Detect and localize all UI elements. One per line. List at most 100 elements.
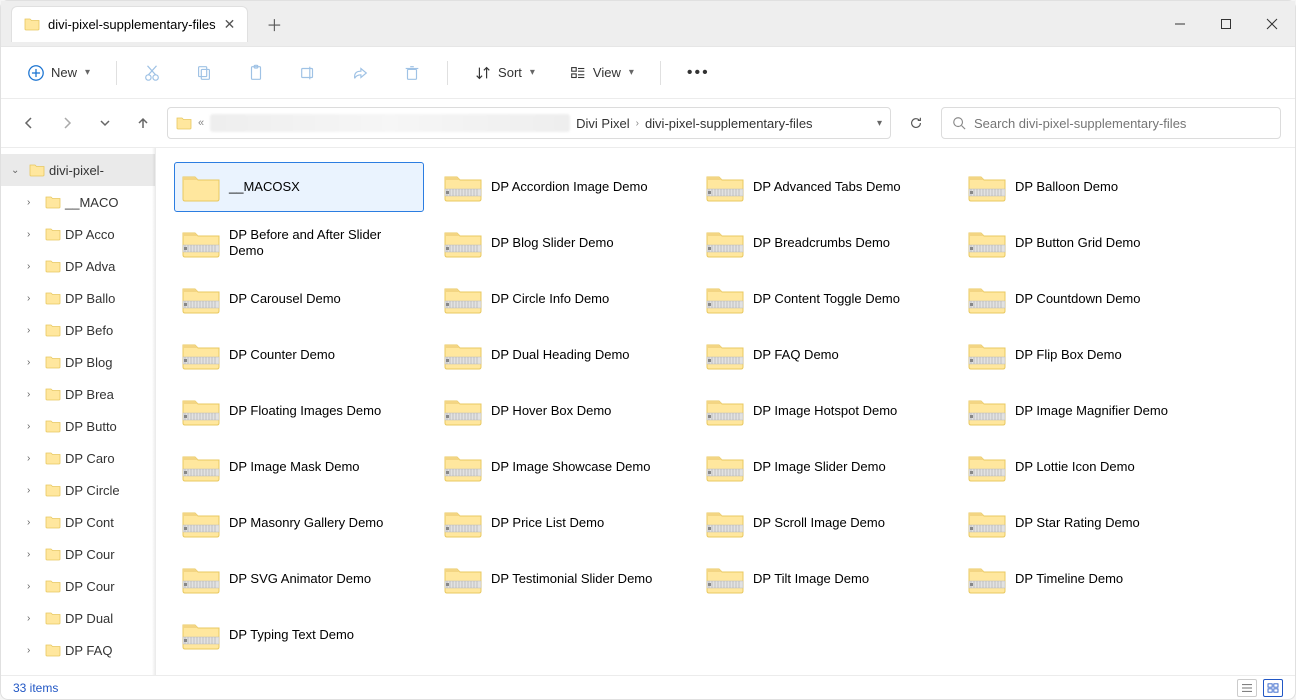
zip-item[interactable]: DP Masonry Gallery Demo: [174, 498, 424, 548]
zip-item[interactable]: DP Lottie Icon Demo: [960, 442, 1210, 492]
file-list[interactable]: __MACOSX DP Accordion Image Demo DP Adva…: [156, 148, 1295, 675]
search-box[interactable]: [941, 107, 1281, 139]
tree-item[interactable]: › DP Adva: [1, 250, 155, 282]
recent-button[interactable]: [91, 109, 119, 137]
breadcrumb-current[interactable]: divi-pixel-supplementary-files: [645, 116, 813, 131]
close-window-button[interactable]: [1249, 1, 1295, 47]
share-button[interactable]: [343, 58, 377, 88]
zip-item[interactable]: DP Advanced Tabs Demo: [698, 162, 948, 212]
large-icons-view-toggle[interactable]: [1263, 679, 1283, 697]
plus-circle-icon: [27, 64, 45, 82]
zip-item[interactable]: DP Image Magnifier Demo: [960, 386, 1210, 436]
tree-item[interactable]: › DP Cour: [1, 570, 155, 602]
chevron-right-icon[interactable]: ›: [27, 197, 41, 208]
rename-button[interactable]: [291, 58, 325, 88]
refresh-button[interactable]: [901, 108, 931, 138]
chevron-right-icon[interactable]: ›: [27, 389, 41, 400]
new-tab-button[interactable]: ＋: [260, 10, 288, 38]
tree-item[interactable]: › DP Brea: [1, 378, 155, 410]
address-bar[interactable]: « Divi Pixel › divi-pixel-supplementary-…: [167, 107, 891, 139]
tree-root[interactable]: ⌄ divi-pixel-: [1, 154, 155, 186]
folder-item[interactable]: __MACOSX: [174, 162, 424, 212]
cut-button[interactable]: [135, 58, 169, 88]
view-button[interactable]: View ▾: [561, 58, 642, 88]
folder-icon: [45, 514, 61, 530]
zip-item[interactable]: DP Typing Text Demo: [174, 610, 424, 660]
zip-item[interactable]: DP Hover Box Demo: [436, 386, 686, 436]
zip-item[interactable]: DP Testimonial Slider Demo: [436, 554, 686, 604]
zip-item[interactable]: DP Star Rating Demo: [960, 498, 1210, 548]
zip-item[interactable]: DP Image Slider Demo: [698, 442, 948, 492]
chevron-right-icon[interactable]: ›: [27, 581, 41, 592]
delete-button[interactable]: [395, 58, 429, 88]
zip-item[interactable]: DP Scroll Image Demo: [698, 498, 948, 548]
zip-item[interactable]: DP Flip Box Demo: [960, 330, 1210, 380]
zip-item[interactable]: DP Blog Slider Demo: [436, 218, 686, 268]
maximize-button[interactable]: [1203, 1, 1249, 47]
zip-item[interactable]: DP Carousel Demo: [174, 274, 424, 324]
tree-item[interactable]: › DP Cour: [1, 538, 155, 570]
tree-item[interactable]: › DP Circle: [1, 474, 155, 506]
zip-item[interactable]: DP Dual Heading Demo: [436, 330, 686, 380]
zip-item[interactable]: DP Accordion Image Demo: [436, 162, 686, 212]
zip-item[interactable]: DP Button Grid Demo: [960, 218, 1210, 268]
tree-item[interactable]: › DP Acco: [1, 218, 155, 250]
chevron-right-icon[interactable]: ›: [27, 325, 41, 336]
sort-button[interactable]: Sort ▾: [466, 58, 543, 88]
chevron-right-icon[interactable]: ›: [27, 229, 41, 240]
zip-item[interactable]: DP Balloon Demo: [960, 162, 1210, 212]
zip-item[interactable]: DP Circle Info Demo: [436, 274, 686, 324]
zip-item[interactable]: DP Tilt Image Demo: [698, 554, 948, 604]
chevron-right-icon[interactable]: ›: [27, 357, 41, 368]
forward-button[interactable]: [53, 109, 81, 137]
chevron-right-icon[interactable]: ›: [27, 549, 41, 560]
breadcrumb-parent[interactable]: Divi Pixel: [576, 116, 629, 131]
search-input[interactable]: [974, 116, 1270, 131]
zip-item[interactable]: DP Image Showcase Demo: [436, 442, 686, 492]
zip-item[interactable]: DP Counter Demo: [174, 330, 424, 380]
tree-item[interactable]: › DP FAQ: [1, 634, 155, 666]
zip-item[interactable]: DP Before and After Slider Demo: [174, 218, 424, 268]
details-view-toggle[interactable]: [1237, 679, 1257, 697]
chevron-right-icon[interactable]: ›: [27, 485, 41, 496]
tree-item[interactable]: › DP Dual: [1, 602, 155, 634]
zip-item[interactable]: DP Image Mask Demo: [174, 442, 424, 492]
tree-item[interactable]: › DP Blog: [1, 346, 155, 378]
chevron-right-icon[interactable]: ›: [27, 293, 41, 304]
tab-close-button[interactable]: ✕: [224, 17, 236, 31]
chevron-right-icon[interactable]: ›: [27, 517, 41, 528]
chevron-right-icon[interactable]: ›: [27, 261, 41, 272]
tree-item[interactable]: › DP Befo: [1, 314, 155, 346]
window-tab[interactable]: divi-pixel-supplementary-files ✕: [11, 6, 248, 42]
zip-item[interactable]: DP FAQ Demo: [698, 330, 948, 380]
zip-item[interactable]: DP Breadcrumbs Demo: [698, 218, 948, 268]
tree-item[interactable]: › __MACO: [1, 186, 155, 218]
tree-item[interactable]: › DP Butto: [1, 410, 155, 442]
zip-item[interactable]: DP Timeline Demo: [960, 554, 1210, 604]
chevron-down-icon[interactable]: ⌄: [11, 165, 25, 176]
chevron-right-icon[interactable]: ›: [27, 613, 41, 624]
zip-item[interactable]: DP Countdown Demo: [960, 274, 1210, 324]
zip-icon: [181, 507, 221, 539]
back-button[interactable]: [15, 109, 43, 137]
copy-button[interactable]: [187, 58, 221, 88]
minimize-button[interactable]: [1157, 1, 1203, 47]
chevron-right-icon[interactable]: ›: [27, 453, 41, 464]
chevron-down-icon[interactable]: ▾: [877, 118, 882, 129]
chevron-right-icon[interactable]: ›: [27, 645, 41, 656]
zip-item[interactable]: DP SVG Animator Demo: [174, 554, 424, 604]
more-button[interactable]: •••: [679, 58, 718, 88]
tree-item[interactable]: › DP Cont: [1, 506, 155, 538]
zip-icon: [443, 227, 483, 259]
chevron-right-icon[interactable]: ›: [27, 421, 41, 432]
zip-item[interactable]: DP Floating Images Demo: [174, 386, 424, 436]
zip-item[interactable]: DP Image Hotspot Demo: [698, 386, 948, 436]
new-button[interactable]: New ▾: [19, 58, 98, 88]
nav-bar: « Divi Pixel › divi-pixel-supplementary-…: [1, 99, 1295, 147]
tree-item[interactable]: › DP Caro: [1, 442, 155, 474]
tree-item[interactable]: › DP Ballo: [1, 282, 155, 314]
zip-item[interactable]: DP Price List Demo: [436, 498, 686, 548]
zip-item[interactable]: DP Content Toggle Demo: [698, 274, 948, 324]
paste-button[interactable]: [239, 58, 273, 88]
up-button[interactable]: [129, 109, 157, 137]
